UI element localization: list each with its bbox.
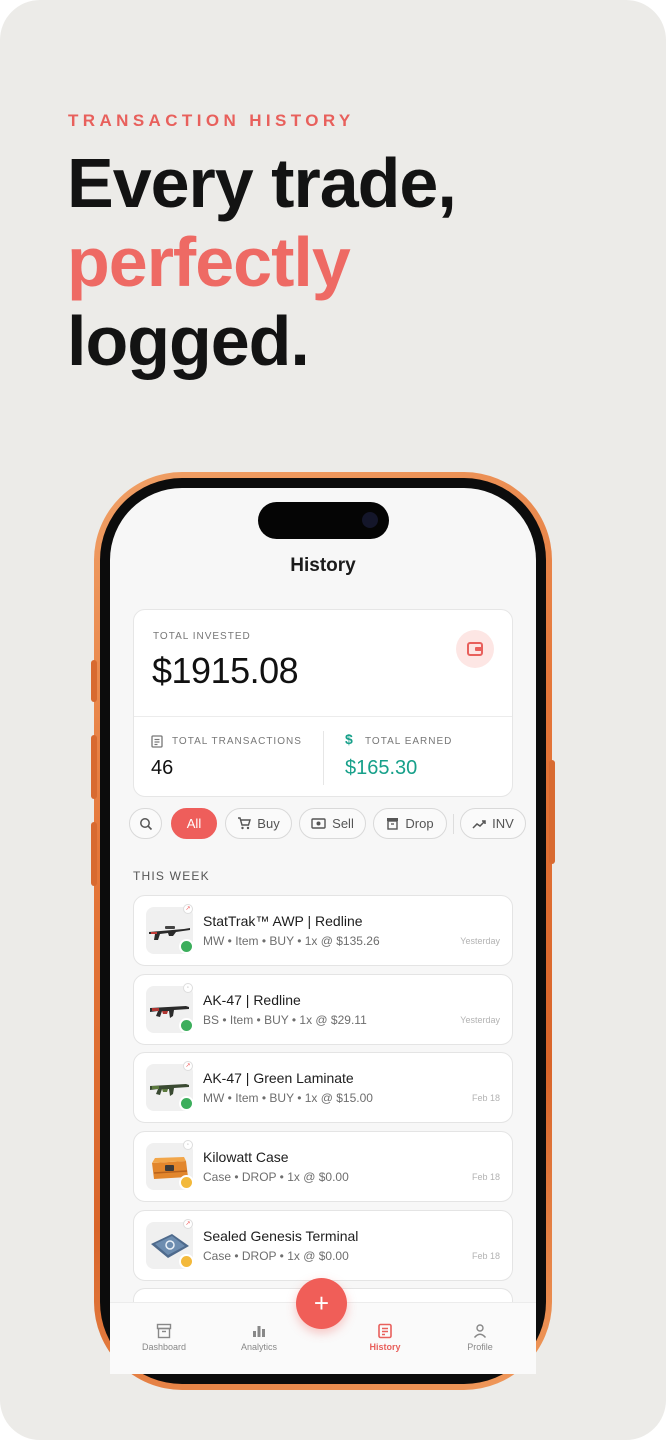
action-button bbox=[91, 660, 97, 702]
receipt-icon bbox=[378, 1323, 392, 1339]
total-transactions-value: 46 bbox=[151, 757, 174, 779]
bar-chart-icon bbox=[253, 1326, 265, 1337]
filter-separator bbox=[453, 814, 454, 834]
tab-analytics[interactable]: Analytics bbox=[219, 1323, 299, 1352]
cart-icon bbox=[238, 817, 252, 830]
tab-dashboard[interactable]: Dashboard bbox=[124, 1323, 204, 1352]
tab-label: History bbox=[369, 1342, 401, 1352]
power-button bbox=[549, 760, 555, 864]
filter-chip-label: All bbox=[186, 816, 202, 831]
transaction-meta: BS • Item • BUY • 1x @ $29.11 bbox=[203, 1013, 367, 1027]
cart-icon bbox=[179, 1018, 194, 1033]
archive-icon bbox=[156, 1323, 172, 1339]
eyebrow-label: TRANSACTION HISTORY bbox=[68, 111, 355, 130]
trend-icon: ↗ bbox=[183, 1219, 193, 1229]
trend-icon bbox=[472, 819, 486, 829]
total-earned-value: $165.30 bbox=[345, 757, 418, 779]
cart-icon bbox=[179, 939, 194, 954]
dollar-icon: $ bbox=[345, 731, 353, 747]
wallet-button[interactable] bbox=[456, 630, 494, 668]
filter-chip-label: INV bbox=[492, 816, 514, 831]
headline: Every trade, perfectly logged. bbox=[67, 144, 457, 381]
volume-up-button bbox=[91, 735, 97, 799]
transaction-row[interactable]: ◦ AK-47 | Redline BS • Item • BUY • 1x @… bbox=[133, 974, 513, 1045]
trend-icon: ↗ bbox=[183, 1061, 193, 1071]
search-icon bbox=[139, 817, 152, 830]
filter-chip-all[interactable]: All bbox=[171, 808, 217, 839]
card-divider bbox=[134, 716, 512, 717]
tab-profile[interactable]: Profile bbox=[440, 1323, 520, 1352]
filter-chip-label: Drop bbox=[405, 816, 434, 831]
shield-icon: ◦ bbox=[183, 983, 193, 993]
transaction-row[interactable]: ◦ Kilowatt Case Case • DROP • 1x @ $0.00… bbox=[133, 1131, 513, 1202]
cash-icon bbox=[311, 818, 326, 829]
filter-bar: All Buy Sell Drop INV bbox=[129, 808, 526, 840]
tab-history[interactable]: History bbox=[345, 1323, 425, 1352]
headline-line-2: perfectly bbox=[67, 223, 351, 301]
filter-chip-inv[interactable]: INV bbox=[460, 808, 526, 839]
transaction-name: AK-47 | Redline bbox=[203, 992, 301, 1008]
receipt-icon bbox=[151, 735, 163, 748]
headline-line-3: logged. bbox=[67, 302, 310, 380]
filter-chip-label: Buy bbox=[257, 816, 280, 831]
person-icon bbox=[473, 1324, 487, 1338]
tab-label: Analytics bbox=[240, 1342, 277, 1352]
app-title: History bbox=[290, 555, 356, 576]
box-icon bbox=[387, 818, 399, 830]
total-invested-value: $1915.08 bbox=[152, 650, 299, 691]
box-icon bbox=[179, 1175, 194, 1190]
wallet-icon bbox=[467, 642, 483, 656]
transaction-date: Yesterday bbox=[460, 1015, 500, 1025]
filter-chip-buy[interactable]: Buy bbox=[225, 808, 292, 839]
section-title: THIS WEEK bbox=[133, 869, 210, 883]
filter-chip-sell[interactable]: Sell bbox=[299, 808, 366, 839]
headline-line-1: Every trade, bbox=[67, 144, 457, 222]
transaction-meta: Case • DROP • 1x @ $0.00 bbox=[203, 1249, 349, 1263]
plus-icon: + bbox=[313, 1288, 330, 1318]
transaction-name: StatTrak™ AWP | Redline bbox=[203, 913, 363, 929]
transaction-name: Sealed Genesis Terminal bbox=[203, 1228, 359, 1244]
card-vertical-divider bbox=[323, 731, 324, 785]
tab-label: Dashboard bbox=[141, 1342, 187, 1352]
summary-card: TOTAL INVESTED $1915.08 TOTAL TRANSACTIO… bbox=[133, 609, 513, 797]
transaction-date: Feb 18 bbox=[471, 1251, 500, 1261]
trend-icon: ↗ bbox=[183, 904, 193, 914]
tab-label: Profile bbox=[467, 1342, 493, 1352]
total-invested-label: TOTAL INVESTED bbox=[153, 631, 251, 642]
transaction-name: AK-47 | Green Laminate bbox=[203, 1070, 354, 1086]
filter-chip-drop[interactable]: Drop bbox=[373, 808, 447, 839]
search-button[interactable] bbox=[129, 808, 162, 839]
transaction-meta: Case • DROP • 1x @ $0.00 bbox=[203, 1170, 349, 1184]
transaction-date: Yesterday bbox=[460, 936, 500, 946]
total-transactions-label: TOTAL TRANSACTIONS bbox=[172, 736, 302, 747]
cart-icon bbox=[179, 1096, 194, 1111]
transaction-date: Feb 18 bbox=[471, 1093, 500, 1103]
shield-icon: ◦ bbox=[183, 1140, 193, 1150]
transaction-name: Kilowatt Case bbox=[203, 1149, 289, 1165]
camera-icon bbox=[362, 512, 378, 528]
transaction-date: Feb 18 bbox=[471, 1172, 500, 1182]
transaction-meta: MW • Item • BUY • 1x @ $135.26 bbox=[203, 934, 380, 948]
transaction-row[interactable]: ↗ AK-47 | Green Laminate MW • Item • BUY… bbox=[133, 1052, 513, 1123]
box-icon bbox=[179, 1254, 194, 1269]
transaction-meta: MW • Item • BUY • 1x @ $15.00 bbox=[203, 1091, 373, 1105]
add-transaction-button[interactable]: + bbox=[296, 1278, 347, 1329]
volume-down-button bbox=[91, 822, 97, 886]
transaction-row[interactable]: ↗ Sealed Genesis Terminal Case • DROP • … bbox=[133, 1210, 513, 1281]
promo-page: TRANSACTION HISTORY Every trade, perfect… bbox=[0, 0, 666, 1440]
transaction-row[interactable]: ↗ StatTrak™ AWP | Redline MW • Item • BU… bbox=[133, 895, 513, 966]
total-earned-label: TOTAL EARNED bbox=[365, 736, 453, 747]
filter-chip-label: Sell bbox=[332, 816, 354, 831]
